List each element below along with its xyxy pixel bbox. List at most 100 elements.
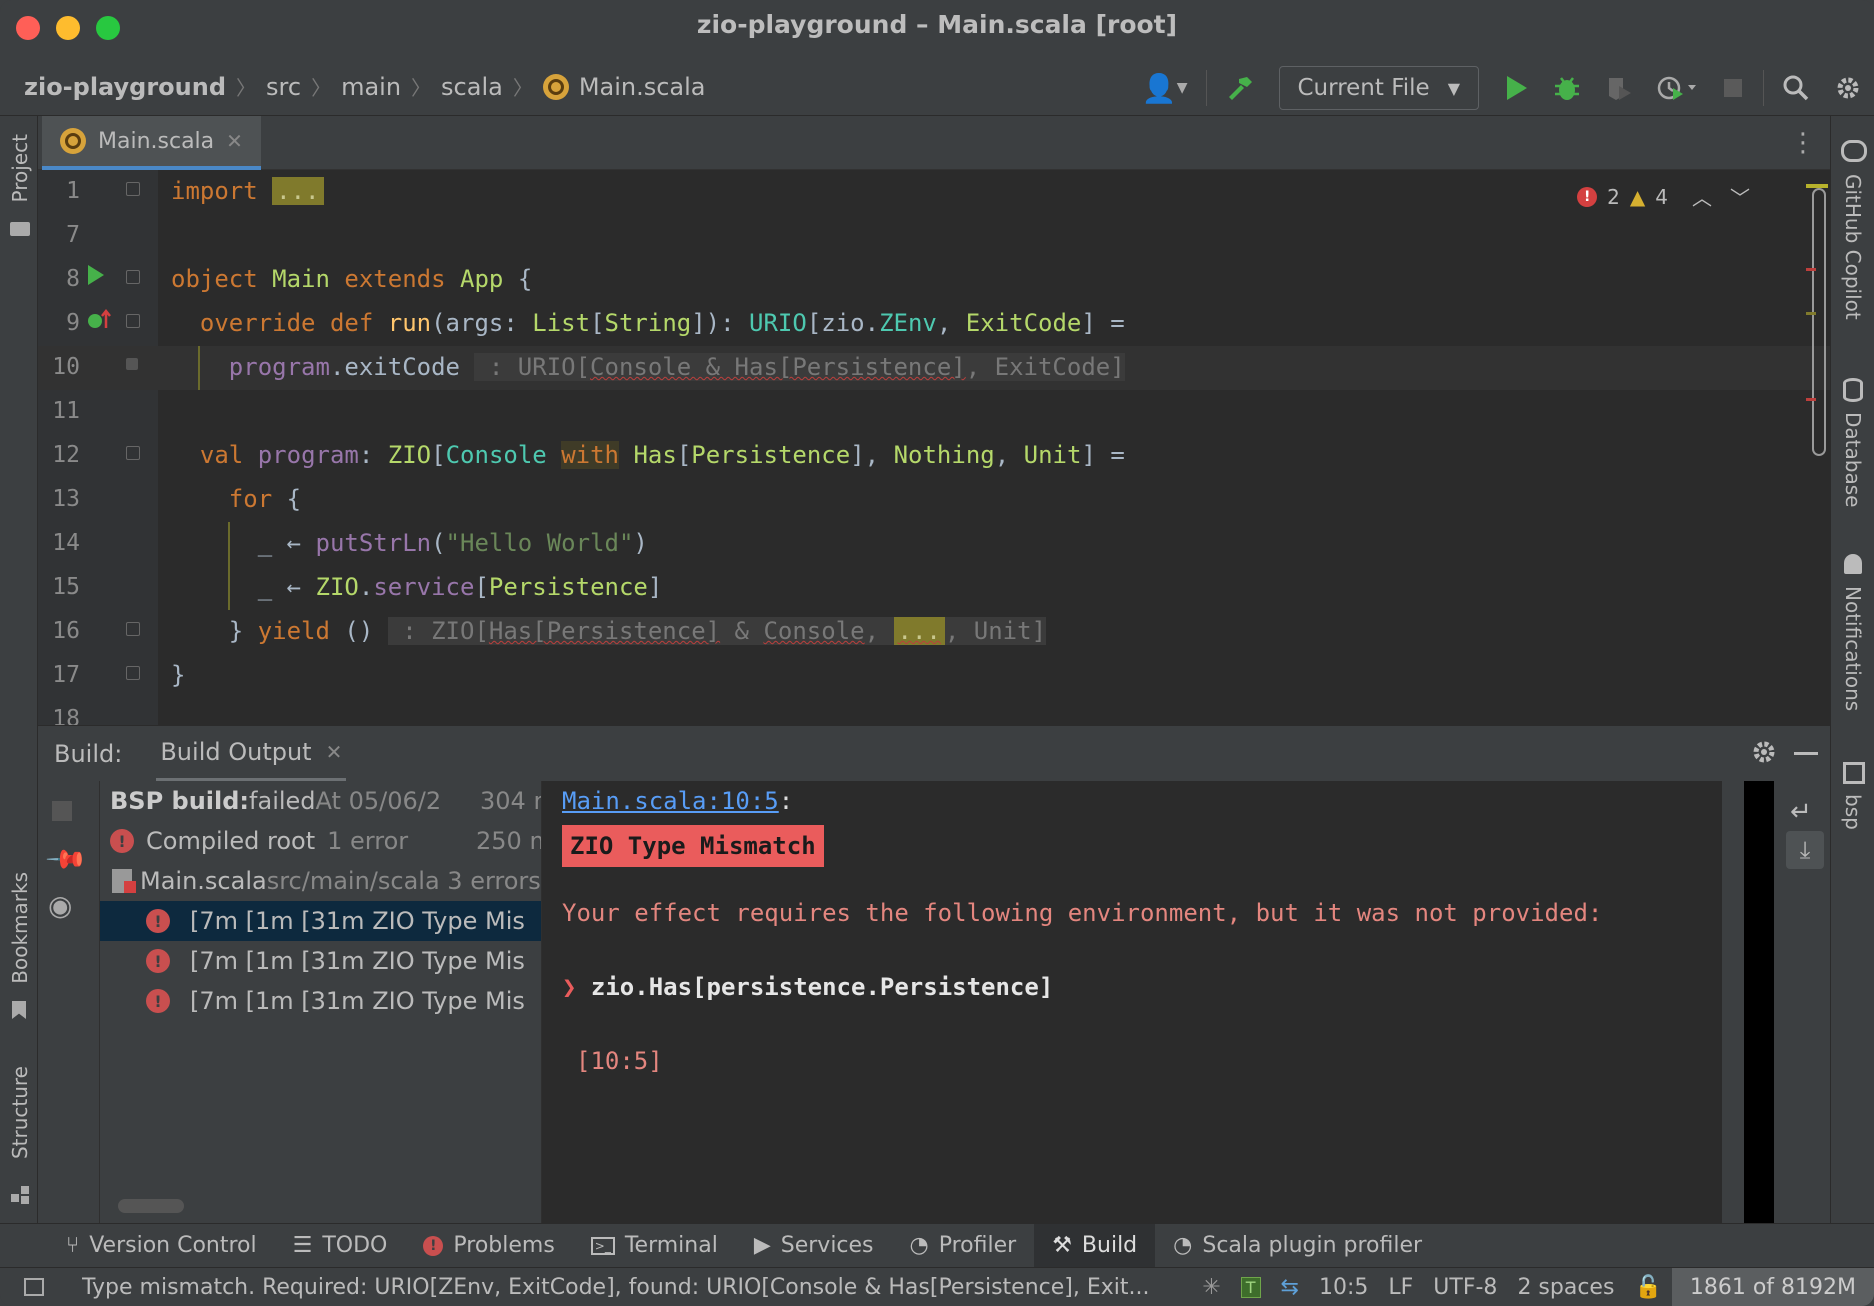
- code-line: 1 import ...: [38, 170, 1830, 214]
- code-line: 14 _ ← putStrLn("Hello World"): [38, 522, 1830, 566]
- tab-todo[interactable]: ☰ TODO: [275, 1224, 406, 1268]
- build-toolbar: 📌 ◉: [38, 781, 100, 1223]
- search-icon[interactable]: [1782, 74, 1810, 102]
- tab-label: Services: [780, 1233, 874, 1258]
- warning-stripe: [1806, 312, 1816, 315]
- next-highlight-icon[interactable]: ﹀: [1730, 182, 1750, 211]
- toggle-tool-windows-icon[interactable]: [24, 1278, 44, 1296]
- tree-row-compiled-root[interactable]: ! Compiled root 1 error 250 ms: [100, 821, 541, 861]
- run-configuration-select[interactable]: Current File ▼: [1278, 66, 1479, 110]
- tab-version-control[interactable]: ⑂ Version Control: [48, 1224, 275, 1268]
- horizontal-scrollbar[interactable]: [118, 1199, 184, 1213]
- coverage-icon[interactable]: [1605, 74, 1633, 102]
- build-console[interactable]: Main.scala:10:5: ZIO Type Mismatch Your …: [542, 781, 1722, 1223]
- tree-row-status: failed: [249, 787, 316, 815]
- title-bar: zio-playground – Main.scala [root]: [0, 0, 1874, 54]
- run-configuration-label: Current File: [1297, 75, 1430, 101]
- breadcrumb-src[interactable]: src: [266, 73, 301, 101]
- line-separator[interactable]: LF: [1388, 1275, 1413, 1300]
- unlock-icon[interactable]: 🔓: [1634, 1275, 1661, 1300]
- breadcrumb-scala[interactable]: scala: [441, 73, 503, 101]
- code-editor[interactable]: 1 import ... 7 8 object Main extends App…: [38, 170, 1830, 725]
- tab-services[interactable]: ▶ Services: [736, 1224, 892, 1268]
- error-stripe: [1806, 268, 1816, 271]
- tab-main-scala[interactable]: Main.scala ✕: [42, 116, 261, 170]
- soft-wrap-icon[interactable]: ↵: [1790, 797, 1812, 827]
- close-icon[interactable]: ✕: [226, 129, 243, 153]
- stop-icon[interactable]: [1721, 76, 1745, 100]
- inspections-widget[interactable]: ! 2 ▲ 4 ︿ ﹀: [1577, 182, 1750, 211]
- close-icon[interactable]: ✕: [326, 740, 343, 764]
- tab-problems[interactable]: ! Problems: [405, 1224, 572, 1268]
- minimize-icon[interactable]: [1794, 752, 1818, 755]
- fold-icon[interactable]: [126, 358, 138, 370]
- tree-row-error[interactable]: ! [7m [1m [31m ZIO Type Mis: [100, 901, 541, 941]
- structure-tool-button[interactable]: Structure: [8, 1066, 32, 1159]
- fold-icon[interactable]: [126, 270, 140, 284]
- code-text: val program: ZIO[Console with Has[Persis…: [199, 441, 1125, 469]
- code-line: 15 _ ← ZIO.service[Persistence]: [38, 566, 1830, 610]
- settings-icon[interactable]: [1834, 74, 1862, 102]
- database-icon: [1843, 378, 1863, 402]
- code-line: 9 override def run(args: List[String]): …: [38, 302, 1830, 346]
- breadcrumb-file[interactable]: Main.scala: [542, 73, 706, 101]
- breadcrumb-project[interactable]: zio-playground: [24, 73, 226, 101]
- chevron-right-icon: 〉: [311, 76, 332, 100]
- tree-row-title: Compiled root: [146, 827, 316, 855]
- breadcrumb-main[interactable]: main: [341, 73, 401, 101]
- file-encoding[interactable]: UTF-8: [1433, 1275, 1497, 1300]
- copilot-tool-label: GitHub Copilot: [1841, 174, 1865, 320]
- line-number: 8: [66, 266, 80, 292]
- scroll-to-end-icon[interactable]: ⤓: [1786, 831, 1824, 869]
- vcs-user-icon[interactable]: 👤 ▼: [1142, 72, 1188, 105]
- status-message[interactable]: Type mismatch. Required: URIO[ZEnv, Exit…: [82, 1275, 1152, 1300]
- notifications-tool-button[interactable]: Notifications: [1841, 586, 1865, 711]
- tree-row-file[interactable]: Main.scala src/main/scala 3 errors: [100, 861, 541, 901]
- fold-icon[interactable]: [126, 182, 140, 196]
- build-panel-title: Build:: [54, 739, 123, 768]
- tree-row-error[interactable]: ! [7m [1m [31m ZIO Type Mis: [100, 941, 541, 981]
- more-options-icon[interactable]: ⋮: [1790, 128, 1816, 158]
- run-icon[interactable]: [1503, 74, 1529, 102]
- debug-icon[interactable]: [1553, 74, 1581, 102]
- memory-indicator[interactable]: 1861 of 8192M: [1671, 1267, 1874, 1306]
- tab-scala-plugin-profiler[interactable]: ◔ Scala plugin profiler: [1155, 1224, 1440, 1268]
- fold-icon[interactable]: [126, 622, 140, 636]
- tree-row-bsp-build[interactable]: BSP build: failed At 05/06/2 304 ms: [100, 781, 541, 821]
- profile-icon[interactable]: [1657, 74, 1697, 102]
- tab-profiler[interactable]: ◔ Profiler: [892, 1224, 1035, 1268]
- editor-scrollbar[interactable]: [1812, 188, 1826, 456]
- tree-row-error[interactable]: ! [7m [1m [31m ZIO Type Mis: [100, 981, 541, 1021]
- tab-label: Main.scala: [98, 128, 215, 154]
- project-tool-button[interactable]: Project: [8, 134, 32, 202]
- vcs-compare-icon[interactable]: ⇆: [1281, 1275, 1299, 1300]
- type-aware-icon[interactable]: T: [1240, 1276, 1261, 1298]
- bookmarks-tool-button[interactable]: Bookmarks: [8, 872, 32, 984]
- tab-build-output[interactable]: Build Output ✕: [156, 726, 347, 782]
- fold-icon[interactable]: [126, 666, 140, 680]
- settings-icon[interactable]: [1750, 738, 1778, 772]
- fold-icon[interactable]: [126, 446, 140, 460]
- database-tool-button[interactable]: Database: [1841, 412, 1865, 507]
- eye-icon[interactable]: ◉: [48, 889, 72, 922]
- pin-icon[interactable]: 📌: [44, 838, 88, 882]
- build-hammer-icon[interactable]: [1225, 73, 1255, 103]
- tab-terminal[interactable]: >_ Terminal: [573, 1224, 736, 1268]
- run-gutter-icon[interactable]: [86, 264, 106, 292]
- stop-icon[interactable]: [52, 801, 72, 821]
- code-line: 7: [38, 214, 1830, 258]
- folder-icon: [10, 222, 30, 236]
- status-bar: Type mismatch. Required: URIO[ZEnv, Exit…: [0, 1267, 1874, 1306]
- tab-build[interactable]: ⚒ Build: [1034, 1223, 1156, 1268]
- code-line: 18: [38, 698, 1830, 725]
- chevron-down-icon: ▼: [1447, 78, 1460, 98]
- fold-icon[interactable]: [126, 314, 140, 328]
- bsp-tool-button[interactable]: bsp: [1841, 794, 1865, 830]
- previous-highlight-icon[interactable]: ︿: [1692, 182, 1712, 211]
- indent-setting[interactable]: 2 spaces: [1517, 1275, 1614, 1300]
- console-scrollbar[interactable]: [1744, 781, 1774, 1223]
- caret-position[interactable]: 10:5: [1319, 1275, 1368, 1300]
- source-link[interactable]: Main.scala:10:5: [562, 787, 779, 815]
- override-gutter-icon[interactable]: [86, 308, 112, 338]
- copilot-tool-button[interactable]: GitHub Copilot: [1841, 174, 1865, 320]
